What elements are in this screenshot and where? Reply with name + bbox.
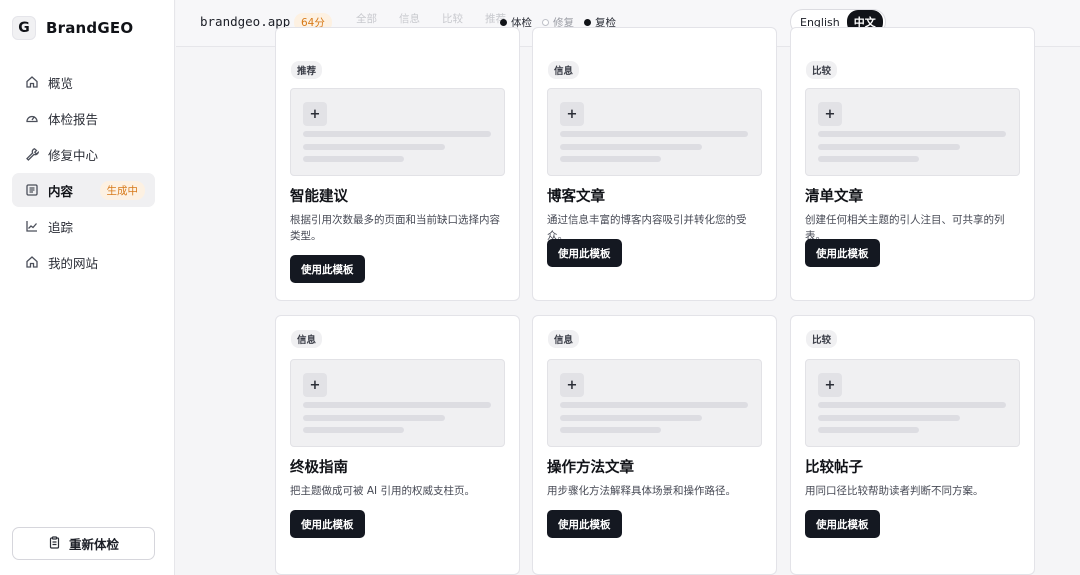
template-card: 信息 + 博客文章 通过信息丰富的博客内容吸引并转化您的受众。 使用此模板 (532, 27, 777, 301)
skeleton-line (818, 131, 1006, 137)
skeleton-line (560, 427, 661, 433)
sidebar: G BrandGEO 概览 体检报告 修复中心 内容 生成中 追踪 我的网站 重… (0, 0, 175, 575)
skeleton-line (560, 156, 661, 162)
card-preview: + (805, 88, 1020, 176)
rescan-button[interactable]: 重新体检 (12, 527, 155, 560)
dot-hollow-icon (542, 19, 549, 26)
brand-name: BrandGEO (46, 19, 134, 37)
template-card: 信息 + 操作方法文章 用步骤化方法解释具体场景和操作路径。 使用此模板 (532, 315, 777, 575)
sidebar-item-overview[interactable]: 概览 (12, 65, 155, 99)
sidebar-item-repair[interactable]: 修复中心 (12, 137, 155, 171)
card-tag: 比较 (806, 330, 838, 348)
card-title: 比较帖子 (805, 460, 863, 476)
skeleton-line (560, 131, 748, 137)
plus-icon: + (560, 102, 584, 126)
card-title: 清单文章 (805, 189, 863, 205)
skeleton-line (818, 402, 1006, 408)
sidebar-item-content[interactable]: 内容 生成中 (12, 173, 155, 207)
dot-filled-icon (500, 19, 507, 26)
chart-line-icon (24, 218, 40, 234)
card-tag: 比较 (806, 61, 838, 79)
skeleton-line (303, 131, 491, 137)
sidebar-nav: 概览 体检报告 修复中心 内容 生成中 追踪 我的网站 (12, 65, 155, 281)
skeleton-line (303, 156, 404, 162)
home-icon (24, 74, 40, 90)
document-icon (24, 182, 40, 198)
card-preview: + (290, 359, 505, 447)
tab-info[interactable]: 信息 (399, 11, 420, 26)
card-tag: 信息 (291, 330, 323, 348)
card-description: 用步骤化方法解释具体场景和操作路径。 (547, 485, 736, 497)
skeleton-line (303, 427, 404, 433)
card-preview: + (290, 88, 505, 176)
use-template-button[interactable]: 使用此模板 (547, 510, 622, 538)
sidebar-item-label: 我的网站 (48, 255, 99, 271)
skeleton-line (818, 156, 919, 162)
card-title: 智能建议 (290, 189, 348, 205)
card-title: 博客文章 (547, 189, 605, 205)
sidebar-item-my-site[interactable]: 我的网站 (12, 245, 155, 279)
template-card: 比较 + 比较帖子 用同口径比较帮助读者判断不同方案。 使用此模板 (790, 315, 1035, 575)
skeleton-line (560, 144, 702, 150)
card-description: 把主题做成可被 AI 引用的权威支柱页。 (290, 485, 475, 497)
sidebar-item-label: 体检报告 (48, 111, 99, 127)
plus-icon: + (818, 373, 842, 397)
skeleton-line (560, 402, 748, 408)
tab-compare[interactable]: 比较 (442, 11, 463, 26)
sidebar-item-label: 内容 (48, 183, 74, 199)
template-card: 信息 + 终极指南 把主题做成可被 AI 引用的权威支柱页。 使用此模板 (275, 315, 520, 575)
filter-tabs: 全部 信息 比较 推荐 (356, 11, 506, 26)
skeleton-line (303, 144, 445, 150)
card-tag: 信息 (548, 61, 580, 79)
brand-logo: G (12, 16, 36, 40)
brand[interactable]: G BrandGEO (12, 16, 133, 40)
skeleton-line (818, 144, 960, 150)
skeleton-line (818, 415, 960, 421)
card-description: 根据引用次数最多的页面和当前缺口选择内容类型。 (290, 214, 500, 242)
card-description: 用同口径比较帮助读者判断不同方案。 (805, 485, 984, 497)
card-preview: + (547, 359, 762, 447)
use-template-button[interactable]: 使用此模板 (290, 255, 365, 283)
skeleton-line (560, 415, 702, 421)
rescan-label: 重新体检 (68, 537, 119, 552)
skeleton-line (303, 415, 445, 421)
status-badge: 生成中 (99, 180, 145, 200)
sidebar-item-tracking[interactable]: 追踪 (12, 209, 155, 243)
template-card: 比较 + 清单文章 创建任何相关主题的引人注目、可共享的列表。 使用此模板 (790, 27, 1035, 301)
card-preview: + (547, 88, 762, 176)
gauge-icon (24, 110, 40, 126)
card-preview: + (805, 359, 1020, 447)
sidebar-item-label: 追踪 (48, 219, 74, 235)
use-template-button[interactable]: 使用此模板 (805, 510, 880, 538)
use-template-button[interactable]: 使用此模板 (290, 510, 365, 538)
plus-icon: + (303, 102, 327, 126)
card-title: 终极指南 (290, 460, 348, 476)
skeleton-line (303, 402, 491, 408)
sidebar-item-label: 概览 (48, 75, 74, 91)
plus-icon: + (303, 373, 327, 397)
template-card: 推荐 + 智能建议 根据引用次数最多的页面和当前缺口选择内容类型。 使用此模板 (275, 27, 520, 301)
wrench-icon (24, 146, 40, 162)
plus-icon: + (560, 373, 584, 397)
use-template-button[interactable]: 使用此模板 (547, 239, 622, 267)
sidebar-item-report[interactable]: 体检报告 (12, 101, 155, 135)
tab-all[interactable]: 全部 (356, 11, 377, 26)
dot-filled-icon (584, 19, 591, 26)
card-title: 操作方法文章 (547, 460, 634, 476)
site-domain: brandgeo.app (200, 14, 291, 29)
use-template-button[interactable]: 使用此模板 (805, 239, 880, 267)
home-icon (24, 254, 40, 270)
plus-icon: + (818, 102, 842, 126)
clipboard-icon (48, 535, 61, 552)
card-tag: 推荐 (291, 61, 323, 79)
skeleton-line (818, 427, 919, 433)
sidebar-item-label: 修复中心 (48, 147, 99, 163)
card-tag: 信息 (548, 330, 580, 348)
